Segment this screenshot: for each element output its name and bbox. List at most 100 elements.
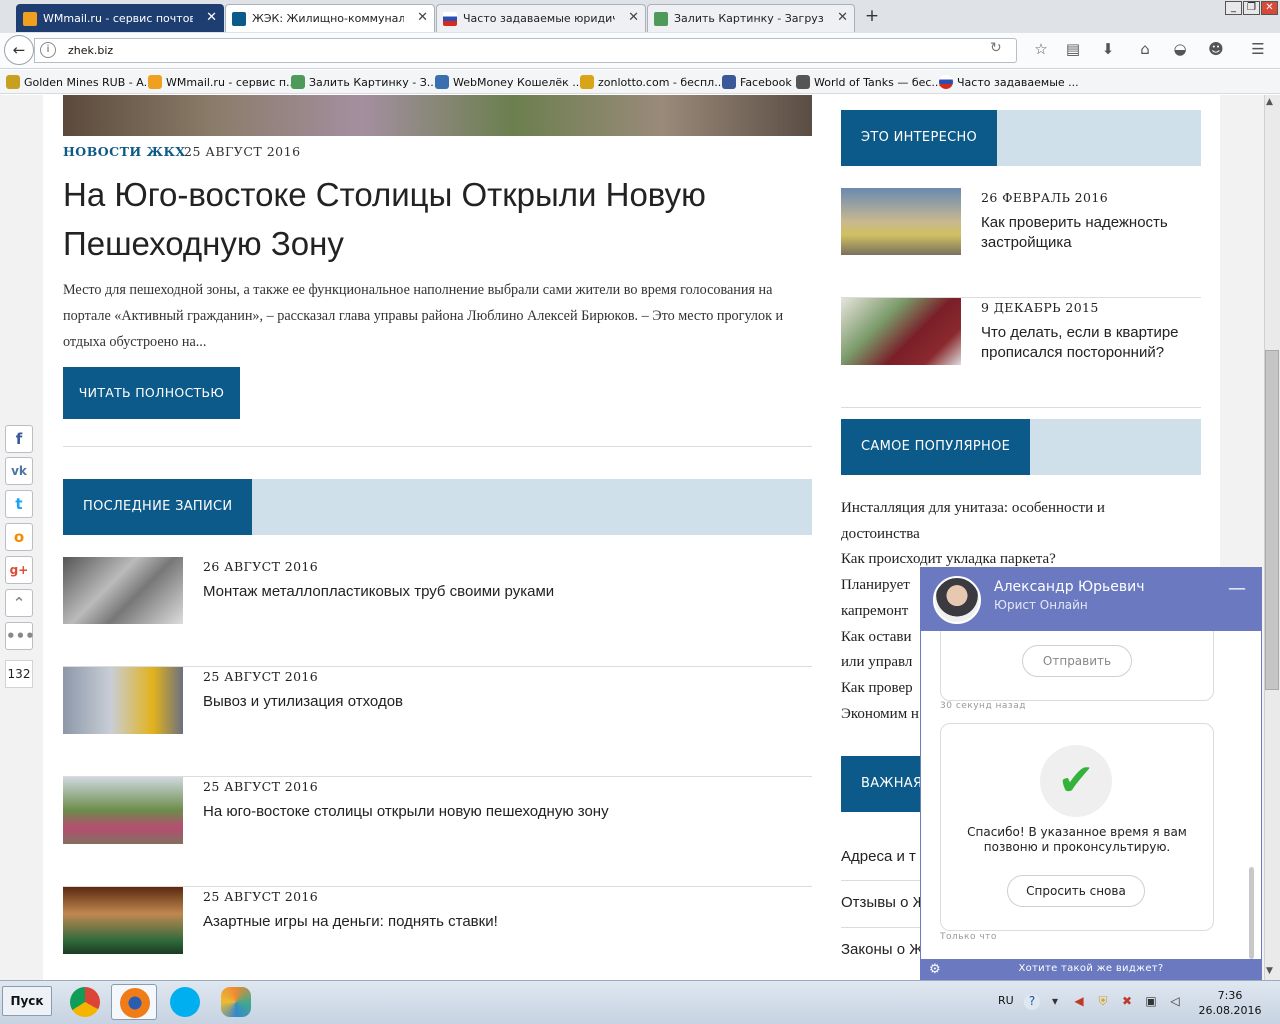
info-icon[interactable]: i [40, 42, 56, 58]
chevron-down-icon[interactable]: ▾ [1047, 994, 1063, 1010]
ask-again-button[interactable]: Спросить снова [1007, 875, 1145, 907]
tab-image-upload[interactable]: Залить Картинку - Загрузи... ✕ [647, 4, 855, 32]
firefox-icon [120, 988, 150, 1018]
bookmark-world-of-tanks[interactable]: World of Tanks — бес... [796, 75, 942, 89]
post-thumbnail[interactable] [63, 887, 183, 954]
post-title[interactable]: Монтаж металлопластиковых труб своими ру… [203, 583, 554, 600]
skype-taskbar-button[interactable] [162, 984, 208, 1020]
post-date: 9 ДЕКАБРЬ 2015 [981, 300, 1099, 315]
important-item[interactable]: Адреса и т [841, 848, 916, 865]
shield-icon[interactable]: ⛨ [1095, 994, 1111, 1010]
chat-scrollbar[interactable] [1249, 867, 1254, 959]
list-item[interactable]: 25 АВГУСТ 2016 На юго-востоке столицы от… [63, 777, 812, 887]
wmmail-icon [23, 12, 37, 26]
popular-line[interactable]: достоинства [841, 522, 1171, 548]
speaker-icon[interactable]: ◀ [1071, 994, 1087, 1010]
bookmark-facebook[interactable]: Facebook [722, 75, 792, 89]
list-item[interactable]: 9 ДЕКАБРЬ 2015 Что делать, если в кварти… [841, 298, 1201, 408]
post-thumbnail[interactable] [63, 667, 183, 734]
download-icon[interactable]: ⬇ [1098, 40, 1118, 60]
coin-icon [6, 75, 20, 89]
post-thumbnail[interactable] [841, 188, 961, 255]
tank-icon [796, 75, 810, 89]
minimize-icon[interactable]: — [1228, 578, 1246, 599]
zhek-icon [232, 12, 246, 26]
close-icon[interactable]: ✕ [417, 10, 428, 25]
paint-taskbar-button[interactable] [213, 984, 259, 1020]
webmoney-icon [435, 75, 449, 89]
list-item[interactable]: 26 ФЕВРАЛЬ 2016 Как проверить надежность… [841, 188, 1201, 298]
divider [841, 880, 921, 881]
help-icon[interactable]: ? [1024, 994, 1040, 1010]
window-close-button[interactable]: ✕ [1261, 1, 1278, 15]
bookmark-image-upload[interactable]: Залить Картинку - З... [291, 75, 437, 89]
avatar [933, 576, 981, 624]
close-icon[interactable]: ✕ [837, 10, 848, 25]
important-item[interactable]: Отзывы о Ж [841, 894, 926, 911]
tab-zhek[interactable]: ЖЭК: Жилищно-коммунальн... ✕ [225, 4, 435, 32]
vk-share-button[interactable]: vk [5, 457, 33, 485]
firefox-taskbar-button[interactable] [111, 984, 157, 1020]
language-indicator[interactable]: RU [998, 994, 1014, 1007]
monitor-icon[interactable]: ▣ [1143, 994, 1159, 1010]
post-title[interactable]: Вывоз и утилизация отходов [203, 693, 403, 710]
google-plus-share-button[interactable]: g+ [5, 556, 33, 584]
tab-wmmail[interactable]: WMmail.ru - сервис почтовы... ✕ [16, 4, 224, 32]
article-category[interactable]: НОВОСТИ ЖКХ [63, 144, 186, 159]
close-icon[interactable]: ✕ [628, 10, 639, 25]
network-error-icon[interactable]: ✖ [1119, 994, 1135, 1010]
tab-faq[interactable]: Часто задаваемые юридич... ✕ [436, 4, 646, 32]
post-title[interactable]: Что делать, если в квартире прописался п… [981, 323, 1201, 363]
home-icon[interactable]: ⌂ [1135, 40, 1155, 60]
read-more-button[interactable]: ЧИТАТЬ ПОЛНОСТЬЮ [63, 367, 240, 419]
scrollbar-thumb[interactable] [1265, 350, 1279, 690]
system-clock[interactable]: 7:36 26.08.2016 [1195, 988, 1265, 1018]
url-bar[interactable] [34, 38, 1017, 63]
scroll-down-icon[interactable]: ▼ [1266, 966, 1273, 976]
chrome-taskbar-button[interactable] [62, 984, 108, 1020]
minimize-button[interactable]: _ [1225, 1, 1242, 15]
article-title[interactable]: На Юго-востоке Столицы Открыли Новую Пеш… [63, 170, 813, 268]
bookmark-golden-mines[interactable]: Golden Mines RUB - A... [6, 75, 154, 89]
odnoklassniki-share-button[interactable]: o [5, 523, 33, 551]
post-title[interactable]: Как проверить надежность застройщика [981, 213, 1201, 253]
volume-icon[interactable]: ◁ [1167, 994, 1183, 1010]
post-title[interactable]: Азартные игры на деньги: поднять ставки! [203, 913, 498, 930]
clock-date: 26.08.2016 [1198, 1004, 1262, 1017]
post-title[interactable]: На юго-востоке столицы открыли новую пеш… [203, 803, 609, 820]
pocket-icon[interactable]: ◒ [1170, 40, 1190, 60]
collapse-icon[interactable]: ⌃ [5, 589, 33, 617]
start-button[interactable]: Пуск [2, 986, 52, 1016]
section-title: ЭТО ИНТЕРЕСНО [841, 110, 998, 166]
image-upload-icon [654, 12, 668, 26]
list-item[interactable]: 26 АВГУСТ 2016 Монтаж металлопластиковых… [63, 557, 812, 667]
url-text[interactable]: zhek.biz [68, 44, 113, 57]
send-button[interactable]: Отправить [1022, 645, 1132, 677]
skype-icon [170, 987, 200, 1017]
facebook-share-button[interactable]: f [5, 425, 33, 453]
scroll-up-icon[interactable]: ▲ [1266, 97, 1273, 107]
bookmark-webmoney[interactable]: WebMoney Кошелёк ... [435, 75, 583, 89]
twitter-share-button[interactable]: t [5, 490, 33, 518]
more-icon[interactable]: ••• [5, 622, 35, 650]
list-item[interactable]: 25 АВГУСТ 2016 Вывоз и утилизация отходо… [63, 667, 812, 777]
bookmark-zonlotto[interactable]: zonlotto.com - беспл... [580, 75, 725, 89]
reading-list-icon[interactable]: ▤ [1063, 40, 1083, 60]
menu-icon[interactable]: ☰ [1248, 40, 1268, 60]
post-thumbnail[interactable] [841, 298, 961, 365]
widget-promo-link[interactable]: Хотите такой же виджет? [920, 963, 1262, 974]
popular-line[interactable]: Инсталляция для унитаза: особенности и [841, 496, 1171, 522]
close-icon[interactable]: ✕ [206, 10, 217, 25]
new-tab-button[interactable]: + [860, 6, 884, 28]
reload-icon[interactable]: ↻ [990, 40, 1002, 56]
important-item[interactable]: Законы о Ж [841, 941, 923, 958]
restore-button[interactable]: ❐ [1243, 1, 1260, 15]
post-thumbnail[interactable] [63, 777, 183, 844]
back-button[interactable]: ← [4, 35, 34, 65]
star-icon[interactable]: ☆ [1031, 40, 1051, 60]
post-thumbnail[interactable] [63, 557, 183, 624]
checkmark-icon: ✔ [1040, 745, 1112, 817]
bookmark-wmmail[interactable]: WMmail.ru - сервис п... [148, 75, 297, 89]
chat-icon[interactable]: ☻ [1206, 40, 1226, 60]
bookmark-faq[interactable]: Часто задаваемые ... [939, 75, 1079, 89]
